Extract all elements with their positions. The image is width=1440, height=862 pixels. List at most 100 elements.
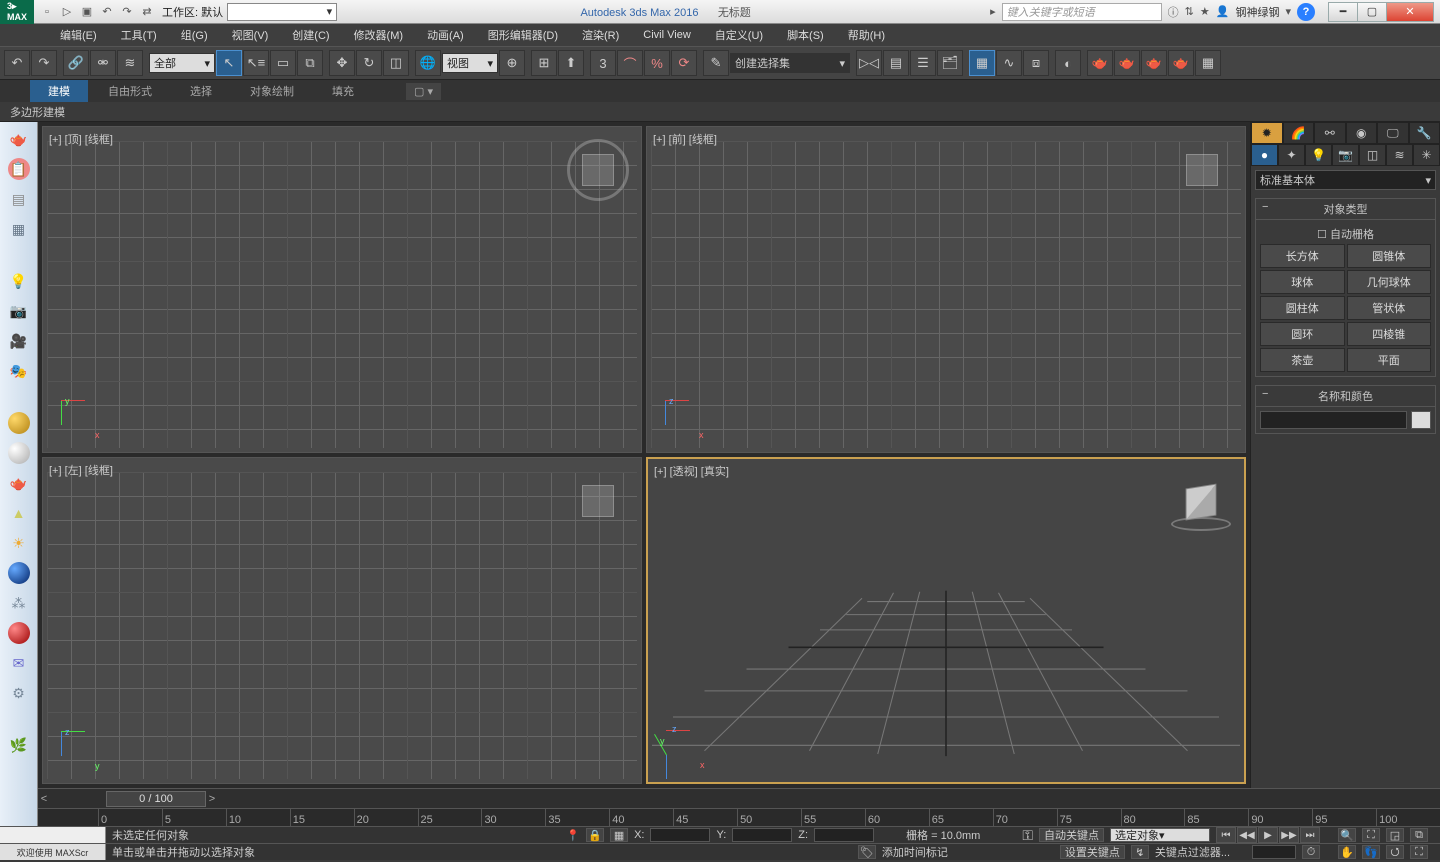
auto-key-button[interactable]: 自动关键点 [1039, 828, 1104, 842]
viewport-perspective[interactable]: [+] [透视] [真实] xyz [646, 457, 1246, 784]
workspace-combo[interactable]: ▾ [227, 3, 337, 21]
sphere-yellow-icon[interactable] [8, 412, 30, 434]
primitive-torus[interactable]: 圆环 [1260, 322, 1345, 346]
slider-next-icon[interactable]: > [206, 793, 218, 805]
nav-walk-icon[interactable]: 👣 [1362, 845, 1380, 859]
menu-civilview[interactable]: Civil View [633, 27, 700, 43]
search-input[interactable]: 键入关键字或短语 [1002, 3, 1162, 21]
cmd-tab-display-icon[interactable]: 🖵 [1377, 122, 1409, 144]
unlink-icon[interactable]: ⚮ [90, 50, 116, 76]
viewport-front[interactable]: [+] [前] [线框] xz [646, 126, 1246, 453]
select-region-rect-icon[interactable]: ▭ [270, 50, 296, 76]
exchange-icon[interactable]: ⇅ [1185, 5, 1194, 18]
ref-coord-icon[interactable]: 🌐 [415, 50, 441, 76]
material-editor-icon[interactable]: ◐ [1055, 50, 1081, 76]
render-production-icon[interactable]: 🫖 [1141, 50, 1167, 76]
key-filters-icon[interactable]: ↯ [1131, 845, 1149, 859]
light-icon[interactable]: 💡 [8, 270, 30, 292]
sun-icon[interactable]: ☀ [8, 532, 30, 554]
menu-help[interactable]: 帮助(H) [838, 25, 895, 45]
next-frame-icon[interactable]: ▶▶ [1279, 827, 1299, 843]
coord-x-input[interactable] [650, 828, 710, 842]
schematic-icon[interactable]: ⧈ [1023, 50, 1049, 76]
undo-icon[interactable]: ↶ [4, 50, 30, 76]
cmd-sub-shapes-icon[interactable]: ✦ [1278, 144, 1305, 166]
menu-create[interactable]: 创建(C) [282, 25, 339, 45]
goto-start-icon[interactable]: ⏮ [1216, 827, 1236, 843]
primitive-cone[interactable]: 圆锥体 [1347, 244, 1432, 268]
qat-new-icon[interactable]: ▫ [38, 3, 56, 21]
menu-customize[interactable]: 自定义(U) [705, 25, 773, 45]
primitive-sphere[interactable]: 球体 [1260, 270, 1345, 294]
star-icon[interactable]: ★ [1200, 5, 1210, 18]
viewcube[interactable] [563, 466, 633, 536]
viewport-top[interactable]: [+] [顶] [线框] xy [42, 126, 642, 453]
spinner-snap-icon[interactable]: ⟳ [671, 50, 697, 76]
minimize-button[interactable]: ━ [1328, 2, 1358, 22]
nav-zoomall-icon[interactable]: ⛶ [1362, 828, 1380, 842]
primitive-geosphere[interactable]: 几何球体 [1347, 270, 1432, 294]
angle-snap-icon[interactable]: ⌒ [617, 50, 643, 76]
key-target-combo[interactable]: 选定对象 ▾ [1110, 828, 1210, 842]
menu-render[interactable]: 渲染(R) [572, 25, 629, 45]
particles-icon[interactable]: ⁂ [8, 592, 30, 614]
menu-group[interactable]: 组(G) [171, 25, 218, 45]
menu-script[interactable]: 脚本(S) [777, 25, 834, 45]
cmd-sub-geometry-icon[interactable]: ● [1251, 144, 1278, 166]
primitive-pyramid[interactable]: 四棱锥 [1347, 322, 1432, 346]
mail-icon[interactable]: ✉ [8, 652, 30, 674]
curve-editor-icon[interactable]: ∿ [996, 50, 1022, 76]
manipulate-icon[interactable]: ⊞ [531, 50, 557, 76]
menu-edit[interactable]: 编辑(E) [50, 25, 107, 45]
cmd-tab-motion-icon[interactable]: ◉ [1346, 122, 1378, 144]
rendered-frame-icon[interactable]: 🫖 [1114, 50, 1140, 76]
app-logo[interactable]: 3▸MAX [0, 0, 34, 24]
info-icon[interactable]: ⓘ [1168, 4, 1179, 20]
redo-icon[interactable]: ↷ [31, 50, 57, 76]
menu-anim[interactable]: 动画(A) [417, 25, 474, 45]
night-icon[interactable] [8, 562, 30, 584]
cmd-sub-systems-icon[interactable]: ✳ [1413, 144, 1440, 166]
viewcube[interactable] [1166, 467, 1236, 537]
menu-grapheditor[interactable]: 图形编辑器(D) [478, 25, 568, 45]
help-icon[interactable]: ? [1297, 3, 1315, 21]
link-icon[interactable]: 🔗 [63, 50, 89, 76]
nav-orbit-icon[interactable]: ⭯ [1386, 845, 1404, 859]
object-color-swatch[interactable] [1411, 411, 1431, 429]
key-mode-icon[interactable]: ⚿ [1022, 827, 1033, 844]
category-combo[interactable]: 标准基本体▾ [1255, 170, 1436, 190]
cmd-sub-helpers-icon[interactable]: ◫ [1359, 144, 1386, 166]
key-filters[interactable]: 关键点过滤器... [1155, 844, 1230, 860]
percent-snap-icon[interactable]: % [644, 50, 670, 76]
render-online-icon[interactable]: ▦ [1195, 50, 1221, 76]
layer-icon2[interactable]: ▤ [8, 188, 30, 210]
nav-region-icon[interactable]: ⧉ [1410, 828, 1428, 842]
object-name-input[interactable] [1260, 411, 1407, 429]
use-pivot-icon[interactable]: ⊕ [499, 50, 525, 76]
coord-z-input[interactable] [814, 828, 874, 842]
qat-save-icon[interactable]: ▣ [78, 3, 96, 21]
maximize-button[interactable]: ▢ [1357, 2, 1387, 22]
bind-icon[interactable]: ≋ [117, 50, 143, 76]
ribbon-collapse-icon[interactable]: ▢ ▾ [406, 83, 441, 100]
viewport-left[interactable]: [+] [左] [线框] yz [42, 457, 642, 784]
viewcube[interactable] [563, 135, 633, 205]
nav-maximize-icon[interactable]: ⛶ [1410, 845, 1428, 859]
cmd-tab-modify-icon[interactable]: 🌈 [1283, 122, 1315, 144]
maxscript-prompt[interactable]: 欢迎使用 MAXScr [0, 844, 106, 860]
asset-icon[interactable]: 📋 [8, 158, 30, 180]
named-set-combo[interactable]: 创建选择集▾ [730, 53, 850, 73]
primitive-box[interactable]: 长方体 [1260, 244, 1345, 268]
align-icon[interactable]: ▤ [883, 50, 909, 76]
auto-grid-checkbox[interactable]: ☐ 自动栅格 [1260, 224, 1431, 244]
ribbon-tab-populate[interactable]: 填充 [314, 80, 372, 102]
play-icon[interactable]: ▶ [1258, 827, 1278, 843]
cmd-sub-lights-icon[interactable]: 💡 [1305, 144, 1332, 166]
cmd-tab-utilities-icon[interactable]: 🔧 [1409, 122, 1440, 144]
ribbon-tab-freeform[interactable]: 自由形式 [90, 80, 170, 102]
viewcube[interactable] [1167, 135, 1237, 205]
add-time-tag[interactable]: 添加时间标记 [882, 844, 948, 860]
selection-lock-icon[interactable]: 🔒 [586, 828, 604, 842]
qat-redo-icon[interactable]: ↷ [118, 3, 136, 21]
sphere-white-icon[interactable] [8, 442, 30, 464]
